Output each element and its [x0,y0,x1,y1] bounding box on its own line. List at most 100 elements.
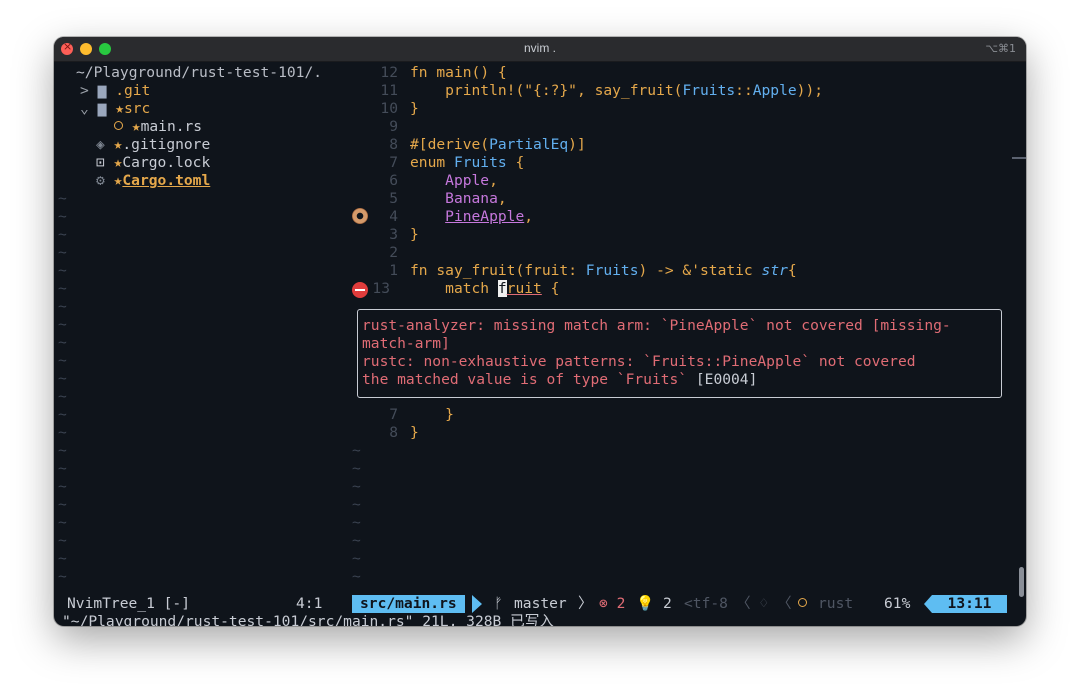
line-number: 11 [380,82,398,99]
tree-item-label: Cargo.lock [122,154,211,171]
powerline-arrow-left [924,595,932,613]
empty-line-marker: ~ [58,424,67,441]
empty-line-marker: ~ [352,514,361,531]
star-icon: ★ [115,100,124,117]
empty-line-marker: ~ [58,298,67,315]
tree-item-src[interactable]: ⌄ ▆ ★src [80,100,150,118]
error-count[interactable]: ⊗ 2 [599,595,625,613]
code-line: #[derive(PartialEq)] [410,136,586,153]
line-number: 10 [380,100,398,117]
chevron-right-icon: 〉 [578,595,593,612]
empty-line-marker: ~ [352,550,361,567]
diagnostic-line: rustc: non-exhaustive patterns: `Fruits:… [362,353,916,370]
text-cursor: f [497,280,507,297]
rust-lang-icon [798,595,807,613]
line-number: 2 [389,244,398,261]
empty-line-marker: ~ [58,406,67,423]
file-encoding: <tf-8 [684,595,728,612]
empty-line-marker: ~ [58,532,67,549]
status-line: NvimTree_1 [-] 4:1 src/main.rs ᚠ master … [54,595,1026,613]
code-line: Apple, [445,172,498,189]
tree-item-cargo-toml[interactable]: ⚙ ★Cargo.toml [96,172,210,190]
empty-line-marker: ~ [352,442,361,459]
code-line: println!("{:?}", say_fruit(Fruits::Apple… [445,82,824,99]
chevron-left-icon: 〈 ♢ 〈 [736,595,792,612]
empty-line-marker: ~ [58,190,67,207]
cursor-position: 13:11 [932,595,1007,613]
line-number: 7 [389,406,398,423]
line-number: 8 [389,424,398,441]
empty-line-marker: ~ [58,370,67,387]
code-line: enum Fruits { [410,154,525,171]
command-line-message[interactable]: "~/Playground/rust-test-101/src/main.rs"… [62,613,554,626]
rust-file-icon [114,121,123,130]
tree-item-label: .git [115,82,151,99]
folder-open-icon: ▆ [97,100,107,117]
empty-line-marker: ~ [58,334,67,351]
tree-item-gitignore[interactable]: ◈ ★.gitignore [96,136,210,154]
git-branch-icon: ᚠ [494,595,503,612]
line-number: 6 [389,172,398,189]
empty-line-marker: ~ [58,388,67,405]
empty-line-marker: ~ [58,208,67,225]
gear-icon: ⚙ [96,172,105,189]
powerline-arrow [472,595,494,613]
git-file-icon: ◈ [96,136,105,153]
terminal-content[interactable]: ~/Playground/rust-test-101/. > ▆ .git ⌄ … [54,62,1026,626]
chevron-right-icon: > [80,82,89,99]
empty-line-marker: ~ [58,478,67,495]
terminal-window: nvim . ⌥⌘1 ~/Playground/rust-test-101/. … [54,37,1026,626]
empty-line-marker: ~ [58,460,67,477]
empty-line-marker: ~ [58,226,67,243]
window-shortcut: ⌥⌘1 [985,42,1016,55]
scroll-position-marker [1012,157,1026,159]
empty-line-marker: ~ [58,550,67,567]
tree-cursor-position: 4:1 [296,595,323,612]
empty-line-marker: ~ [58,442,67,459]
empty-line-marker: ~ [58,280,67,297]
diagnostic-line: rust-analyzer: missing match arm: `PineA… [362,317,951,334]
scrollbar[interactable] [1019,567,1024,597]
tree-buffer-name: NvimTree_1 [-] [67,595,191,612]
window-title: nvim . [523,41,556,55]
empty-line-marker: ~ [58,244,67,261]
empty-line-marker: ~ [352,532,361,549]
tree-item-label: src [123,100,151,117]
file-name-badge[interactable]: src/main.rs [352,595,465,613]
file-type: rust [818,595,854,612]
empty-line-marker: ~ [58,262,67,279]
code-line: } [410,226,419,243]
hint-count[interactable]: 💡 2 [636,595,672,613]
empty-line-marker: ~ [58,568,67,585]
tree-item-label: main.rs [140,118,203,135]
line-number: 7 [389,154,398,171]
git-branch[interactable]: master [514,595,567,613]
diagnostic-line: the matched value is of type `Fruits` [362,371,696,388]
tree-item-label: Cargo.toml [122,172,211,189]
line-number: 1 [389,262,398,279]
empty-line-marker: ~ [58,496,67,513]
tree-item-main-rs[interactable]: ★main.rs [114,118,202,136]
error-sign-icon[interactable] [352,282,368,298]
empty-line-marker: ~ [352,460,361,477]
line-number: 8 [389,136,398,153]
tree-root-path[interactable]: ~/Playground/rust-test-101/. [76,64,322,82]
diagnostic-popup: rust-analyzer: missing match arm: `PineA… [357,309,1002,398]
tree-item-git[interactable]: > ▆ .git [80,82,150,100]
tree-item-label: .gitignore [122,136,211,153]
code-line: } [445,406,454,423]
chevron-down-icon: ⌄ [80,100,89,117]
code-line: fn main() { [410,64,507,81]
folder-icon: ▆ [97,82,107,99]
tree-item-cargo-lock[interactable]: ⊡ ★Cargo.lock [96,154,210,172]
diagnostic-code: [E0004] [695,371,758,388]
lock-icon: ⊡ [96,154,105,171]
empty-line-marker: ~ [58,352,67,369]
breakpoint-sign-icon[interactable] [352,208,368,224]
empty-line-marker: ~ [58,514,67,531]
empty-line-marker: ~ [352,568,361,585]
star-icon: ★ [131,118,141,135]
line-number: 3 [389,226,398,243]
code-line: match fruit { [445,280,560,297]
code-line: } [410,424,419,441]
